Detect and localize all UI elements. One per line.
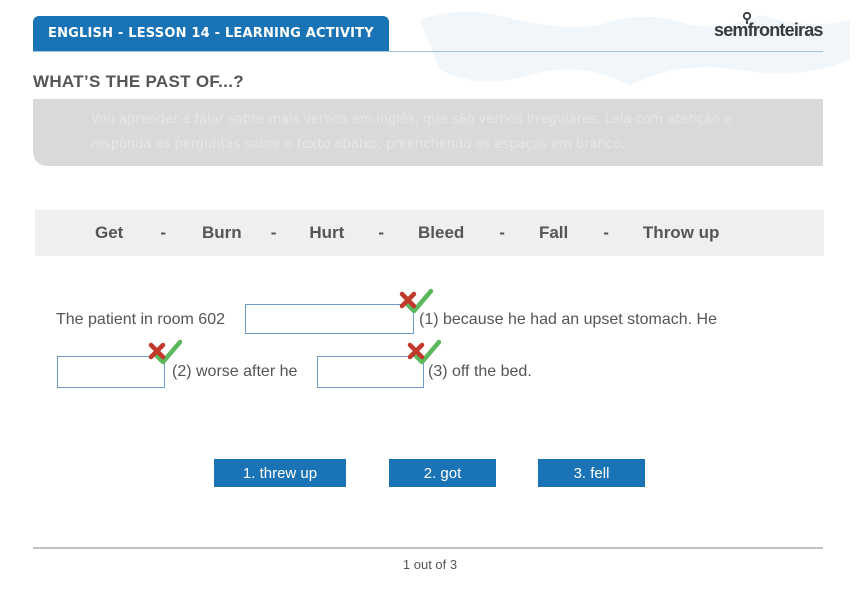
semfronteiras-logo: semfronteiras <box>714 12 824 44</box>
sentence-part-1: The patient in room 602 <box>56 311 225 328</box>
verb-burn: Burn <box>202 223 242 242</box>
header-divider <box>33 51 823 52</box>
blank-input-1[interactable] <box>245 304 414 334</box>
logo-text: semfronteiras <box>714 20 823 40</box>
sentence-part-4: (3) off the bed. <box>428 363 532 380</box>
answer-feedback-3 <box>407 339 441 365</box>
footer-divider <box>33 547 823 549</box>
verb-separator: - <box>378 223 384 242</box>
sentence-part-2: (1) because he had an upset stomach. He <box>419 311 717 328</box>
answer-button-threw-up[interactable]: 1. threw up <box>214 459 346 487</box>
instruction-text-line-2: responda as perguntas sobre o texto abai… <box>91 137 625 152</box>
lesson-header-tab: ENGLISH - LESSON 14 - LEARNING ACTIVITY <box>33 16 389 52</box>
verb-separator: - <box>499 223 505 242</box>
verb-separator: - <box>603 223 609 242</box>
instruction-text-line-1: Vou aprender a falar sobre mais verbos e… <box>91 112 732 127</box>
activity-title: WHAT’S THE PAST OF...? <box>33 72 244 91</box>
verb-bank: Get - Burn - Hurt - Bleed - Fall - Throw… <box>35 210 824 256</box>
answer-button-fell[interactable]: 3. fell <box>538 459 645 487</box>
answer-feedback-2 <box>148 339 182 365</box>
page-indicator: 1 out of 3 <box>402 557 458 572</box>
verb-get: Get <box>95 223 124 242</box>
verb-fall: Fall <box>538 223 569 242</box>
sentence-part-3: (2) worse after he <box>172 363 298 380</box>
verb-throw-up: Throw up <box>642 223 720 242</box>
verb-bleed: Bleed <box>417 223 465 242</box>
verb-hurt: Hurt <box>309 223 345 242</box>
verb-separator: - <box>270 223 277 242</box>
instruction-box: Vou aprender a falar sobre mais verbos e… <box>33 99 823 166</box>
answer-button-got[interactable]: 2. got <box>389 459 496 487</box>
verb-separator: - <box>160 223 167 242</box>
